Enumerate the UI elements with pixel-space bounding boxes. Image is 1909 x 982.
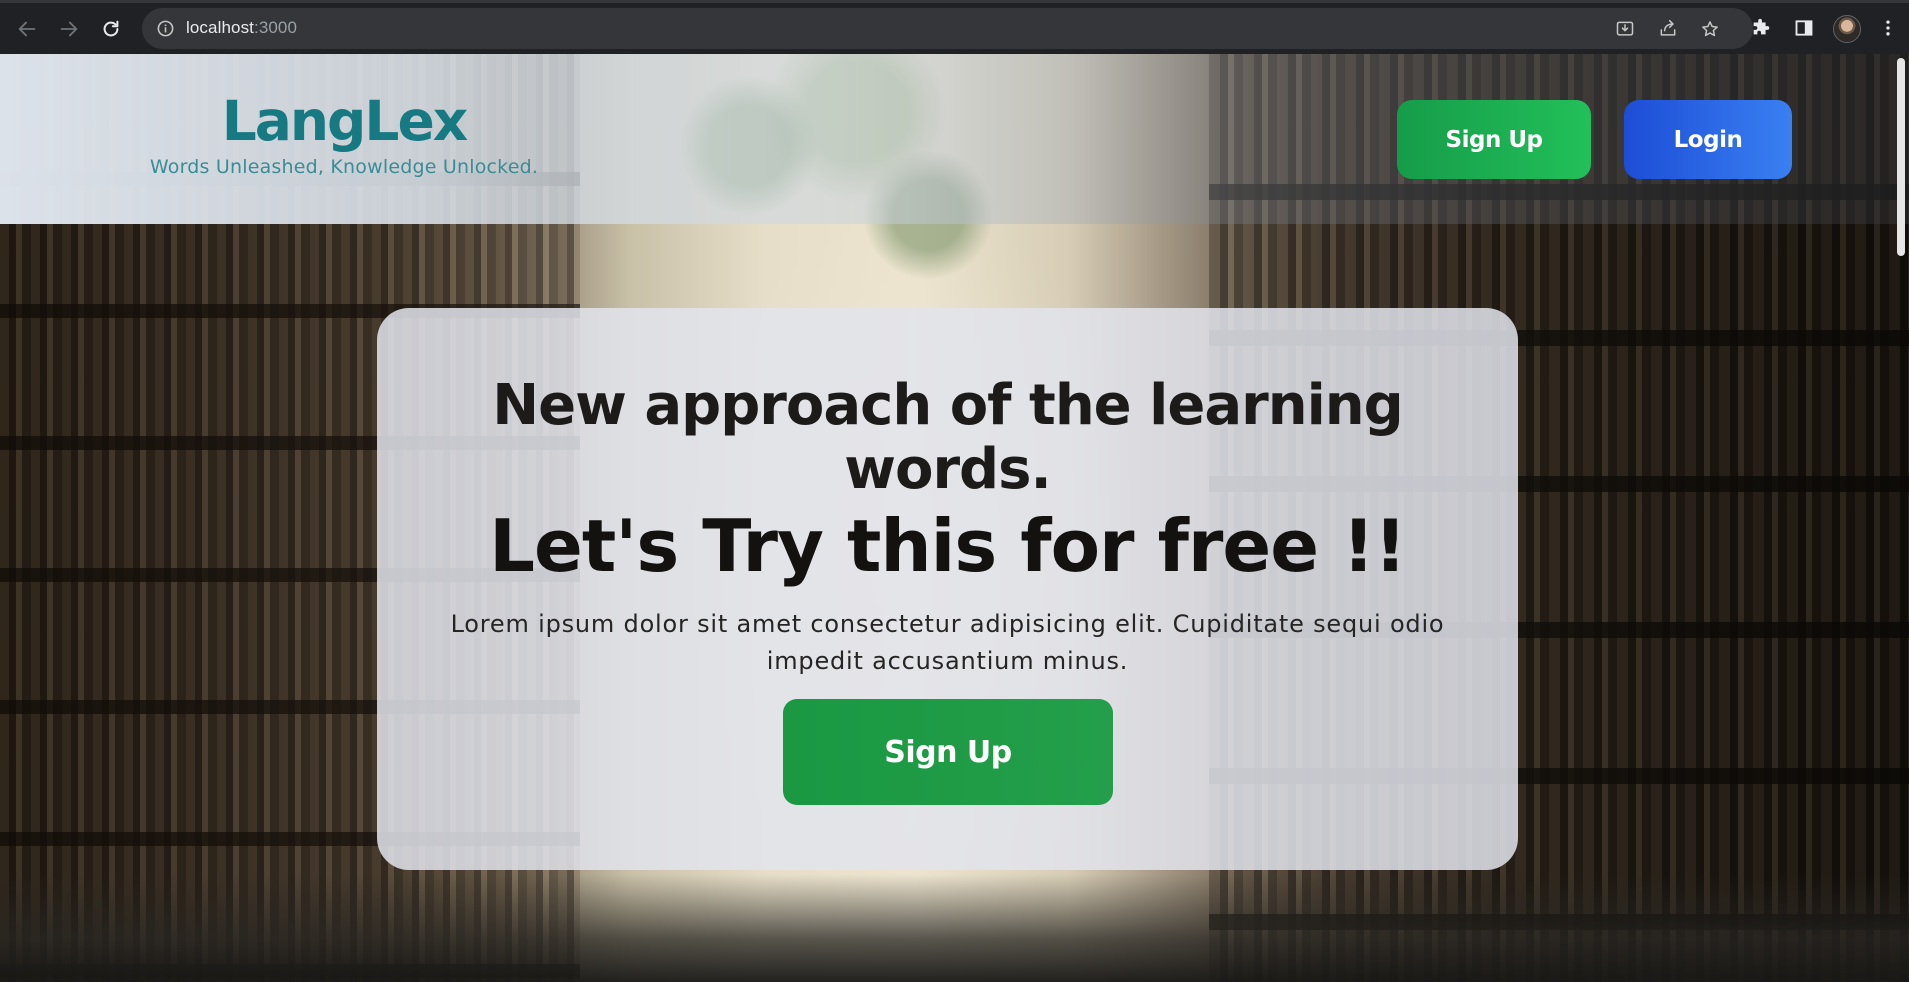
back-button[interactable] xyxy=(13,15,41,43)
kebab-menu-icon xyxy=(1886,20,1890,36)
scrollbar-thumb[interactable] xyxy=(1897,58,1905,256)
browser-toolbar: localhost:3000 xyxy=(0,0,1909,54)
hero-heading-line1: New approach of the learning xyxy=(492,373,1404,438)
reload-icon xyxy=(103,20,119,37)
url-host: localhost xyxy=(186,18,254,37)
header-login-button[interactable]: Login xyxy=(1624,100,1792,179)
puzzle-icon xyxy=(1753,18,1770,35)
brand-tagline: Words Unleashed, Knowledge Unlocked. xyxy=(149,156,539,178)
brand-name: LangLex xyxy=(221,89,469,153)
install-app-icon[interactable] xyxy=(1615,19,1635,39)
arrow-left-icon xyxy=(18,21,36,37)
url-text[interactable]: localhost:3000 xyxy=(186,18,297,38)
page-scrollbar[interactable] xyxy=(1893,54,1909,982)
extensions-button[interactable] xyxy=(1749,16,1773,40)
side-panel-icon xyxy=(1795,20,1813,36)
info-circle-icon[interactable] xyxy=(156,19,175,38)
hero-signup-button[interactable]: Sign Up xyxy=(783,699,1113,805)
side-panel-button[interactable] xyxy=(1792,16,1816,40)
hero-cta-title: Let's Try this for free !! xyxy=(489,504,1407,588)
url-port: :3000 xyxy=(254,18,298,37)
site-header: LangLex Words Unleashed, Knowledge Unloc… xyxy=(0,54,1909,224)
landing-page: LangLex Words Unleashed, Knowledge Unloc… xyxy=(0,54,1909,982)
hero-card: New approach of the learning words. Let'… xyxy=(377,308,1518,870)
address-bar[interactable]: localhost:3000 xyxy=(142,8,1753,49)
reload-button[interactable] xyxy=(97,15,125,43)
arrow-right-icon xyxy=(60,21,78,37)
forward-button[interactable] xyxy=(55,15,83,43)
brand-logo[interactable]: LangLex Words Unleashed, Knowledge Unloc… xyxy=(144,88,544,180)
profile-avatar[interactable] xyxy=(1833,15,1861,43)
header-signup-button[interactable]: Sign Up xyxy=(1397,100,1591,179)
background-floor xyxy=(0,874,1909,982)
chrome-menu-button[interactable] xyxy=(1876,16,1900,40)
share-icon[interactable] xyxy=(1658,19,1678,39)
hero-description: Lorem ipsum dolor sit amet consectetur a… xyxy=(450,610,1445,675)
star-icon[interactable] xyxy=(1700,19,1720,39)
hero-heading: New approach of the learning words. xyxy=(377,374,1518,502)
hero-heading-line2: words. xyxy=(844,437,1052,502)
